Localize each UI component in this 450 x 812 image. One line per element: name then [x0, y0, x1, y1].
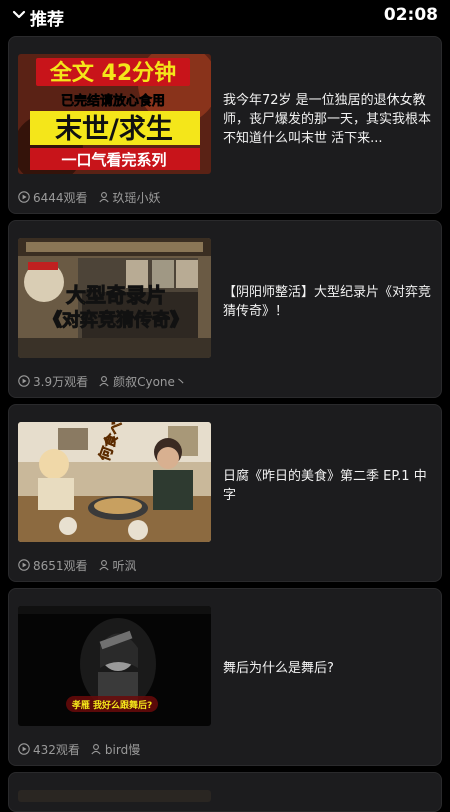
- view-count: 8651观看: [33, 558, 88, 573]
- video-card[interactable]: 孝雁 我好么跟舞后? 舞后为什么是舞后? 432观看 bird慢: [8, 588, 442, 766]
- thumb-text: 孝雁 我好么跟舞后?: [71, 699, 152, 711]
- video-title[interactable]: 【阴阳师整活】大型纪录片《对弈竞猜传奇》！: [223, 283, 433, 321]
- video-thumbnail[interactable]: 何食べる: [18, 422, 211, 542]
- view-count: 432观看: [33, 742, 80, 757]
- person-icon: [98, 560, 109, 571]
- play-circle-icon: [18, 191, 30, 203]
- thumb-text: 全文 42分钟: [49, 60, 176, 86]
- author-name[interactable]: 听沨: [113, 557, 137, 574]
- top-bar: 推荐 02:08: [0, 0, 450, 32]
- video-title[interactable]: 我今年72岁 是一位独居的退休女教师，丧尸爆发的那一天，其实我根本不知道什么叫末…: [223, 91, 433, 148]
- video-meta: 6444观看 玖瑶小妖: [18, 188, 171, 206]
- video-thumbnail[interactable]: 全文 42分钟 已完结请放心食用 末世/求生 一口气看完系列: [18, 54, 211, 174]
- video-meta: 432观看 bird慢: [18, 740, 150, 758]
- person-icon: [91, 744, 101, 755]
- video-card[interactable]: 何食べる 日腐《昨日的美食》第二季 EP.1 中字 8651观看 听沨: [8, 404, 442, 582]
- author-name[interactable]: 玖瑶小妖: [113, 189, 161, 206]
- page-title[interactable]: 推荐: [30, 5, 64, 30]
- thumb-text: 已完结请放心食用: [61, 93, 165, 109]
- video-meta: 3.9万观看 颜叙Cyone丶: [18, 372, 197, 390]
- play-circle-icon: [18, 559, 30, 571]
- author-name[interactable]: 颜叙Cyone丶: [113, 373, 187, 390]
- thumb-text: 末世/求生: [55, 114, 173, 145]
- video-title[interactable]: 舞后为什么是舞后?: [223, 659, 433, 678]
- person-icon: [99, 376, 109, 387]
- person-icon: [98, 192, 109, 203]
- thumb-text: 《对弈竞猜传奇》: [44, 309, 188, 331]
- view-count: 6444观看: [33, 190, 88, 205]
- play-circle-icon: [18, 743, 30, 755]
- video-thumbnail[interactable]: [18, 790, 211, 802]
- chevron-down-icon[interactable]: [12, 9, 26, 21]
- video-card[interactable]: 全文 42分钟 已完结请放心食用 末世/求生 一口气看完系列 我今年72岁 是一…: [8, 36, 442, 214]
- video-card[interactable]: 大型奇录片 《对弈竞猜传奇》 【阴阳师整活】大型纪录片《对弈竞猜传奇》！ 3.9…: [8, 220, 442, 398]
- video-thumbnail[interactable]: 孝雁 我好么跟舞后?: [18, 606, 211, 726]
- thumb-text: 大型奇录片: [66, 283, 166, 307]
- view-count: 3.9万观看: [33, 374, 89, 389]
- author-name[interactable]: bird慢: [105, 741, 140, 758]
- thumb-text: 一口气看完系列: [61, 151, 166, 169]
- video-card[interactable]: [8, 772, 442, 812]
- video-meta: 8651观看 听沨: [18, 556, 147, 574]
- video-title[interactable]: 日腐《昨日的美食》第二季 EP.1 中字: [223, 467, 433, 505]
- play-circle-icon: [18, 375, 30, 387]
- video-thumbnail[interactable]: 大型奇录片 《对弈竞猜传奇》: [18, 238, 211, 358]
- clock: 02:08: [383, 5, 438, 25]
